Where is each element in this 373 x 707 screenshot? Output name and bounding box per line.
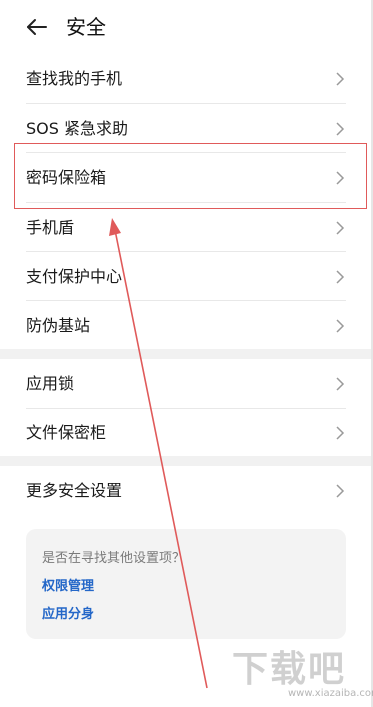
menu-item-label: 手机盾 xyxy=(26,218,75,237)
menu-item-app-lock[interactable]: 应用锁 xyxy=(0,359,371,408)
header: 安全 xyxy=(0,0,373,56)
menu-item-label: 更多安全设置 xyxy=(26,481,123,500)
chevron-right-icon xyxy=(336,426,345,440)
chevron-right-icon xyxy=(336,270,345,284)
menu-item-label: 文件保密柜 xyxy=(26,423,107,442)
menu-item-label: 应用锁 xyxy=(26,374,75,393)
menu-item-payment-protection[interactable]: 支付保护中心 xyxy=(0,252,371,301)
chevron-right-icon xyxy=(336,484,345,498)
arrow-left-icon xyxy=(27,19,47,35)
menu-item-phone-shield[interactable]: 手机盾 xyxy=(0,203,371,252)
suggestion-card: 是否在寻找其他设置项？ 权限管理 应用分身 xyxy=(26,529,346,639)
menu-item-anti-fake-station[interactable]: 防伪基站 xyxy=(0,301,371,350)
chevron-right-icon xyxy=(336,171,345,185)
link-app-twin[interactable]: 应用分身 xyxy=(42,603,94,622)
menu-item-label: 防伪基站 xyxy=(26,316,91,335)
chevron-right-icon xyxy=(336,72,345,86)
chevron-right-icon xyxy=(336,319,345,333)
chevron-right-icon xyxy=(336,377,345,391)
section-separator xyxy=(0,456,371,466)
back-button[interactable] xyxy=(22,12,52,42)
chevron-right-icon xyxy=(336,221,345,235)
menu-item-label: 查找我的手机 xyxy=(26,69,123,88)
watermark-url: www.xiazaiba.com xyxy=(288,688,373,699)
menu-item-label: 支付保护中心 xyxy=(26,267,123,286)
menu-item-sos[interactable]: SOS 紧急求助 xyxy=(0,104,371,153)
suggestion-question: 是否在寻找其他设置项？ xyxy=(42,551,186,566)
chevron-right-icon xyxy=(336,122,345,136)
watermark-text: 下载吧 xyxy=(232,649,347,690)
page-title: 安全 xyxy=(66,15,106,39)
menu-item-label: 密码保险箱 xyxy=(26,168,107,187)
menu-item-password-vault[interactable]: 密码保险箱 xyxy=(0,153,371,202)
menu-item-more-security[interactable]: 更多安全设置 xyxy=(0,466,371,515)
menu-item-label: SOS 紧急求助 xyxy=(26,119,128,138)
link-permission-management[interactable]: 权限管理 xyxy=(42,575,94,594)
section-separator xyxy=(0,349,371,359)
menu-item-find-my-phone[interactable]: 查找我的手机 xyxy=(0,54,371,103)
security-settings-screen: 安全 查找我的手机 SOS 紧急求助 密码保险箱 手机盾 支付保护中心 防伪基站… xyxy=(0,0,373,707)
watermark-logo: 下载吧 www.xiazaiba.com xyxy=(232,640,373,700)
menu-item-file-safe[interactable]: 文件保密柜 xyxy=(0,408,371,457)
